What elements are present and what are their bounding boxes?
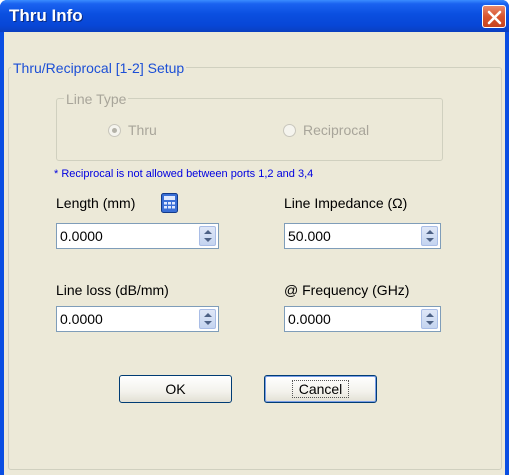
spin-up-icon[interactable] — [204, 313, 212, 317]
dialog-content: Thru/Reciprocal [1-2] Setup Line Type Th… — [0, 0, 509, 475]
loss-spinner[interactable] — [199, 309, 216, 329]
cancel-button[interactable]: Cancel — [264, 375, 377, 403]
impedance-value[interactable]: 50.000 — [288, 228, 331, 244]
radio-reciprocal-circle[interactable] — [283, 123, 296, 137]
loss-input[interactable]: 0.0000 — [56, 306, 219, 332]
loss-value[interactable]: 0.0000 — [60, 311, 103, 327]
length-input[interactable]: 0.0000 — [56, 223, 219, 249]
calculator-icon[interactable] — [161, 193, 178, 213]
length-label: Length (mm) — [56, 195, 136, 211]
frequency-input[interactable]: 0.0000 — [284, 306, 441, 332]
radio-reciprocal-label: Reciprocal — [303, 122, 370, 138]
frequency-spinner[interactable] — [421, 309, 438, 329]
spin-down-icon[interactable] — [426, 321, 434, 325]
length-value[interactable]: 0.0000 — [60, 228, 103, 244]
reciprocal-note: * Reciprocal is not allowed between port… — [54, 168, 314, 180]
spin-up-icon[interactable] — [426, 313, 434, 317]
frequency-value[interactable]: 0.0000 — [288, 311, 331, 327]
impedance-spinner[interactable] — [421, 226, 438, 246]
radio-thru-circle[interactable] — [108, 123, 121, 137]
radio-reciprocal[interactable]: Reciprocal — [283, 122, 369, 138]
loss-label: Line loss (dB/mm) — [56, 282, 169, 298]
ok-button[interactable]: OK — [119, 375, 232, 403]
radio-thru[interactable]: Thru — [108, 122, 157, 138]
setup-group-title: Thru/Reciprocal [1-2] Setup — [11, 60, 187, 76]
spin-up-icon[interactable] — [204, 230, 212, 234]
line-type-title: Line Type — [64, 91, 129, 107]
frequency-label: @ Frequency (GHz) — [284, 282, 410, 298]
length-spinner[interactable] — [199, 226, 216, 246]
spin-down-icon[interactable] — [204, 321, 212, 325]
spin-down-icon[interactable] — [204, 238, 212, 242]
spin-down-icon[interactable] — [426, 238, 434, 242]
cancel-label: Cancel — [291, 380, 350, 398]
spin-up-icon[interactable] — [426, 230, 434, 234]
impedance-input[interactable]: 50.000 — [284, 223, 441, 249]
impedance-label: Line Impedance (Ω) — [284, 195, 408, 211]
radio-thru-label: Thru — [128, 122, 157, 138]
